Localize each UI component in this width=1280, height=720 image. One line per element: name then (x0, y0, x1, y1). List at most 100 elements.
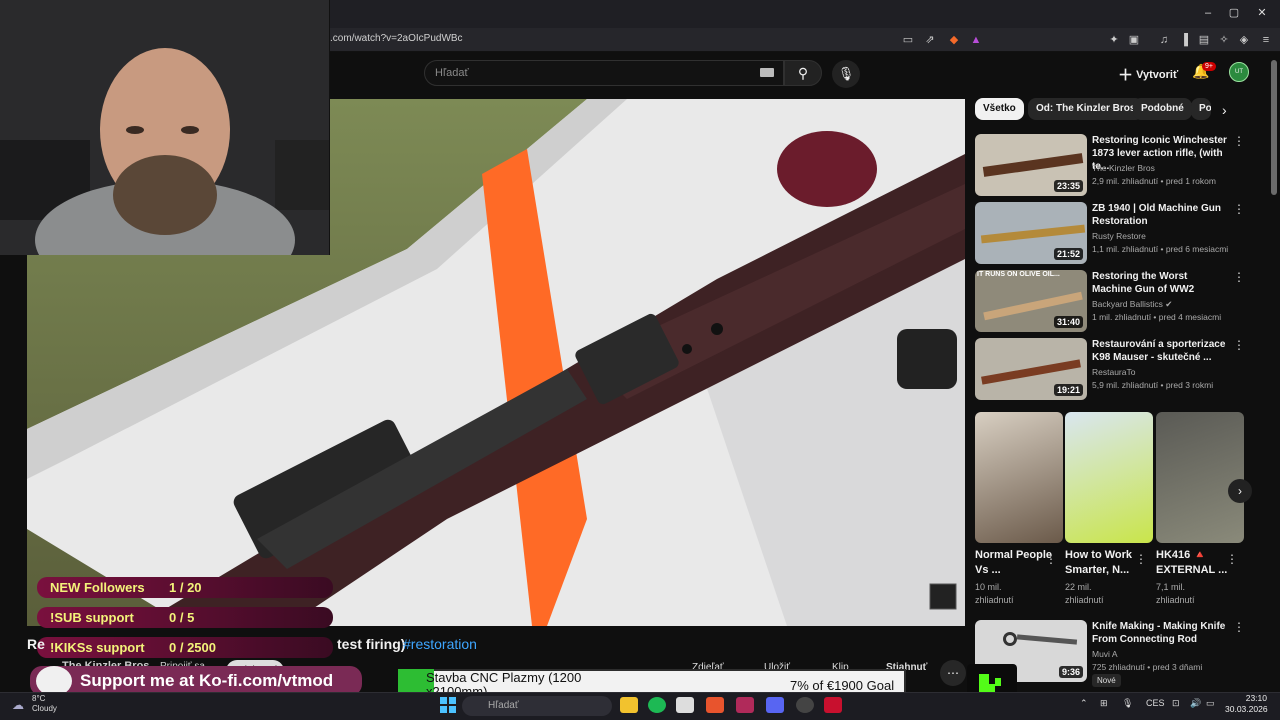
more-options-icon[interactable]: ⋮ (1233, 134, 1245, 148)
taskbar-search[interactable]: Hľadať (462, 696, 612, 716)
battery-icon[interactable]: ▭ (1206, 698, 1215, 709)
clock-time: 23:10 (1245, 693, 1267, 703)
avatar[interactable]: UT (1229, 62, 1249, 82)
short-thumbnail[interactable] (975, 412, 1063, 543)
channel-name[interactable]: Backyard Ballistics ✔ (1092, 299, 1172, 310)
app-icon[interactable] (796, 697, 814, 713)
video-thumbnail[interactable]: 21:52 (975, 202, 1087, 264)
short-thumbnail[interactable] (1065, 412, 1153, 543)
app-icon[interactable] (824, 697, 842, 713)
chip-all[interactable]: Všetko (975, 98, 1024, 120)
vpn-icon[interactable]: ◈ (1236, 32, 1252, 48)
cast-icon[interactable]: ▭ (900, 32, 916, 48)
short-views-unit: zhliadnutí (1156, 595, 1195, 605)
tray-network-icon[interactable]: ⊞ (1100, 698, 1108, 709)
video-thumbnail[interactable]: 23:35 (975, 134, 1087, 196)
kofi-text: Support me at Ko-fi.com/vtmod (80, 671, 334, 690)
short-thumbnail[interactable] (1156, 412, 1244, 543)
overlay-followers-goal: NEW Followers 1 / 20 (37, 577, 333, 598)
more-options-icon[interactable]: ⋮ (1233, 620, 1245, 634)
short-title[interactable]: How to Work Smarter, N... (1065, 548, 1143, 578)
taskbar-clock[interactable]: 23:10 30.03.2026 (1225, 693, 1268, 715)
brave-shield-icon[interactable]: ◆ (946, 32, 962, 48)
app-icon[interactable] (676, 697, 694, 713)
wallet-icon[interactable]: ▤ (1196, 32, 1212, 48)
create-button[interactable]: ＋ Vytvoriť (1118, 64, 1178, 85)
tray-mic-icon[interactable]: 🎙 (1122, 698, 1133, 709)
channel-name[interactable]: RestauraTo (1092, 367, 1135, 377)
short-meta: 22 mil. zhliadnutí (1065, 581, 1145, 607)
chip-from-channel[interactable]: Od: The Kinzler Bros (1028, 98, 1144, 120)
search-button[interactable]: ⚲ (784, 60, 822, 86)
more-options-icon[interactable]: ⋮ (1233, 202, 1245, 216)
video-meta: 1 mil. zhliadnutí • pred 4 mesiacmi (1092, 312, 1222, 322)
short-title[interactable]: HK416 🔺 EXTERNAL ... (1156, 548, 1234, 578)
url-text[interactable]: .com/watch?v=2aOIcPudWBc (330, 33, 463, 44)
extensions-icon[interactable]: ✦ (1106, 32, 1122, 48)
short-views-unit: zhliadnutí (975, 595, 1014, 605)
more-options-icon[interactable]: ⋮ (1045, 552, 1057, 566)
streamer-webcam-image (0, 0, 329, 255)
search-input[interactable]: Hľadať (424, 60, 784, 86)
hashtag-link[interactable]: #restoration (403, 636, 477, 652)
brave-icon[interactable] (706, 697, 724, 713)
webcam-overlay (0, 0, 330, 255)
duration-badge: 23:35 (1053, 180, 1083, 192)
short-views: 22 mil. (1065, 582, 1092, 592)
shorts-next-icon[interactable]: › (1228, 479, 1252, 503)
video-title[interactable]: Restoring the Worst Machine Gun of WW2 (1092, 270, 1230, 296)
channel-name[interactable]: The Kinzler Bros (1092, 163, 1155, 173)
video-title-start: Re (27, 636, 45, 652)
video-thumbnail[interactable]: 19:21 (975, 338, 1087, 400)
maximize-button[interactable]: ▢ (1222, 4, 1246, 22)
chrome-icon[interactable] (648, 697, 666, 713)
weather-temp: 8°C (32, 694, 46, 703)
tray-chevron-icon[interactable]: ⌃ (1080, 698, 1088, 709)
weather-cloud-icon: ☁ (12, 698, 24, 712)
more-options-icon[interactable]: ⋮ (1233, 338, 1245, 352)
microphone-icon[interactable]: 🎙 (832, 60, 860, 88)
more-actions-button[interactable]: ⋯ (940, 660, 966, 686)
weather-widget[interactable]: 8°C Cloudy (32, 694, 57, 714)
file-explorer-icon[interactable] (620, 697, 638, 713)
video-title[interactable]: Restaurování a sporterizace K98 Mauser -… (1092, 338, 1230, 364)
chip-more[interactable]: Po (1191, 98, 1211, 120)
more-options-icon[interactable]: ⋮ (1226, 552, 1238, 566)
brave-rewards-icon[interactable]: ▲ (968, 32, 984, 48)
short-title[interactable]: Normal People Vs ... (975, 548, 1053, 578)
minimize-button[interactable]: – (1196, 4, 1220, 22)
page-scrollbar[interactable] (1271, 60, 1277, 195)
sidebar-icon[interactable]: ▐ (1176, 32, 1192, 48)
new-badge: Nové (1092, 674, 1121, 687)
close-window-button[interactable]: ✕ (1250, 4, 1274, 22)
wifi-icon[interactable]: ⊡ (1172, 698, 1180, 709)
language-indicator[interactable]: CES (1146, 698, 1165, 708)
more-options-icon[interactable]: ⋮ (1233, 270, 1245, 284)
chip-related[interactable]: Podobné (1133, 98, 1192, 120)
verified-icon: ✔ (1165, 299, 1173, 309)
music-icon[interactable]: ♫ (1156, 32, 1172, 48)
overlay-kiks-goal: !KIKSs support 0 / 2500 (37, 637, 333, 658)
overlay-value: 0 / 5 (169, 610, 195, 625)
leo-icon[interactable]: ✧ (1216, 32, 1232, 48)
keyboard-icon[interactable] (760, 68, 774, 77)
duration-badge: 31:40 (1053, 316, 1083, 328)
create-label: Vytvoriť (1136, 69, 1179, 81)
share-icon[interactable]: ⇗ (922, 32, 938, 48)
volume-icon[interactable]: 🔊 (1190, 698, 1201, 709)
search-placeholder: Hľadať (435, 67, 469, 79)
discord-icon[interactable] (766, 697, 784, 713)
overlay-label: NEW Followers (50, 580, 145, 595)
tab-search-icon[interactable]: ▣ (1126, 32, 1142, 48)
app-icon[interactable] (736, 697, 754, 713)
windows-start-icon[interactable] (440, 697, 456, 713)
video-title[interactable]: Knife Making - Making Knife From Connect… (1092, 620, 1230, 646)
menu-icon[interactable]: ≡ (1258, 32, 1274, 48)
video-thumbnail[interactable]: IT RUNS ON OLIVE OIL... 31:40 (975, 270, 1087, 332)
more-options-icon[interactable]: ⋮ (1135, 552, 1147, 566)
short-meta: 10 mil. zhliadnutí (975, 581, 1055, 607)
chevron-right-icon[interactable]: › (1222, 102, 1227, 118)
channel-name[interactable]: Muvi A (1092, 649, 1118, 659)
video-title[interactable]: ZB 1940 | Old Machine Gun Restoration (1092, 202, 1230, 228)
channel-name[interactable]: Rusty Restore (1092, 231, 1146, 241)
